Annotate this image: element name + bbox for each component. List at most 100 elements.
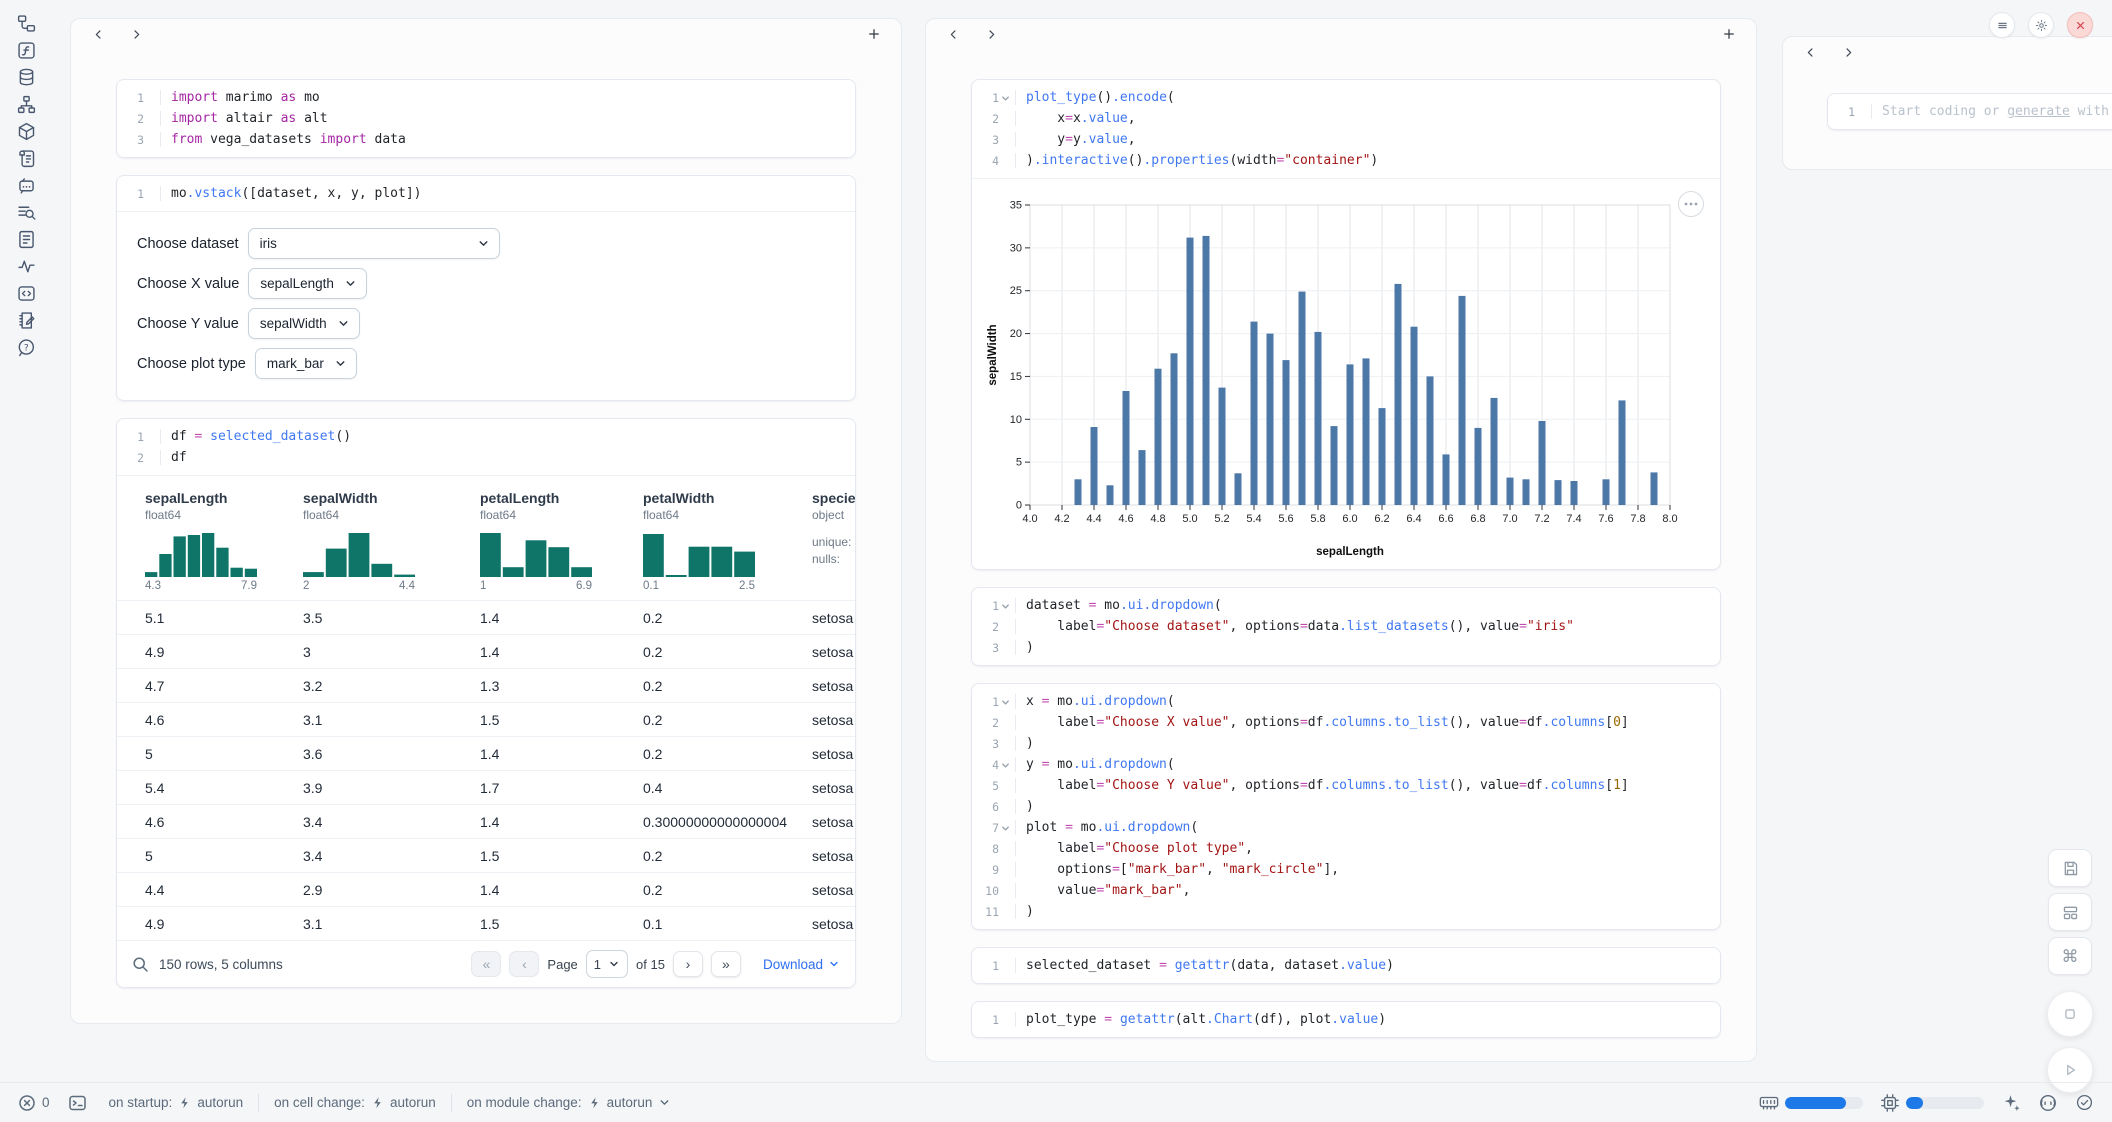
connection-status-button[interactable]	[2075, 1093, 2094, 1112]
table-row[interactable]: 4.42.91.40.2setosa	[117, 872, 855, 906]
table-cell: 1.4	[480, 644, 643, 660]
choose-y-value-select[interactable]: sepalWidth	[248, 308, 360, 339]
code-cell-vstack[interactable]: 1mo.vstack([dataset, x, y, plot]) Choose…	[116, 175, 856, 401]
chart-actions-button[interactable]	[1678, 191, 1704, 217]
chevron-down-icon	[608, 958, 620, 970]
column-histogram	[303, 533, 415, 577]
column-next-button[interactable]	[1837, 41, 1859, 63]
search-icon[interactable]	[132, 956, 149, 973]
stop-button[interactable]	[2047, 991, 2093, 1037]
scratchpad-cell[interactable]: 1 Start coding or generate with AI	[1827, 93, 2112, 130]
rail-button-logs[interactable]	[13, 202, 39, 223]
column-prev-button[interactable]	[1799, 41, 1821, 63]
svg-text:0: 0	[1016, 500, 1022, 512]
code-cell-dataframe[interactable]: 1df = selected_dataset()2df sepalLengthf…	[116, 418, 856, 988]
ai-button[interactable]	[2001, 1093, 2021, 1113]
rail-button-scratch-notebook[interactable]	[13, 310, 39, 331]
shortcuts-button[interactable]: ⌘	[2048, 937, 2092, 975]
layout-icon	[2061, 903, 2080, 922]
column-next-button[interactable]	[125, 23, 147, 45]
column-header-petalLength[interactable]: petalLengthfloat6416.9	[480, 490, 643, 592]
fold-chevron-icon[interactable]	[1001, 698, 1010, 707]
column-header-petalWidth[interactable]: petalWidthfloat640.12.5	[643, 490, 812, 592]
fold-chevron-icon[interactable]	[1001, 602, 1010, 611]
on-module-change-setting[interactable]: on module change: autorun	[467, 1095, 672, 1110]
bar-chart[interactable]: 4.04.24.44.64.85.05.25.45.65.86.06.26.46…	[984, 191, 1712, 563]
choose-plot-type-select[interactable]: mark_bar	[255, 348, 357, 379]
rail-button-snippets[interactable]	[13, 283, 39, 304]
page-select-value: 1	[594, 957, 601, 972]
table-cell: setosa	[812, 746, 856, 762]
rail-button-tracing[interactable]	[13, 256, 39, 277]
terminal-button[interactable]	[68, 1094, 87, 1112]
column-prev-button[interactable]	[87, 23, 109, 45]
next-page-button[interactable]: ›	[673, 951, 703, 977]
layout-button[interactable]	[2048, 893, 2092, 931]
menu-icon	[1996, 19, 2009, 32]
rail-button-packages[interactable]	[13, 121, 39, 142]
setting-label: on cell change:	[274, 1095, 365, 1110]
code-cell-plot-type[interactable]: 1plot_type = getattr(alt.Chart(df), plot…	[971, 1001, 1721, 1038]
table-row[interactable]: 53.41.50.2setosa	[117, 838, 855, 872]
generate-link[interactable]: generate	[2007, 104, 2070, 119]
table-cell: setosa	[812, 712, 856, 728]
column-header-species[interactable]: speciesobjectunique:nulls:	[812, 490, 856, 592]
on-startup-setting[interactable]: on startup: autorun	[109, 1095, 244, 1110]
table-row[interactable]: 53.61.40.2setosa	[117, 736, 855, 770]
on-cell-change-setting[interactable]: on cell change: autorun	[274, 1095, 436, 1110]
rail-button-chat[interactable]	[13, 175, 39, 196]
memory-usage[interactable]	[1759, 1093, 1863, 1112]
settings-button[interactable]	[2028, 12, 2054, 38]
rail-button-documentation[interactable]	[13, 229, 39, 250]
cpu-usage[interactable]	[1880, 1093, 1984, 1113]
prev-page-button[interactable]: ‹	[509, 951, 539, 977]
rail-button-function[interactable]	[13, 40, 39, 61]
copilot-button[interactable]	[2038, 1093, 2058, 1113]
column-prev-button[interactable]	[942, 23, 964, 45]
table-cell: 0.2	[643, 746, 812, 762]
divider	[258, 1094, 259, 1112]
fold-chevron-icon[interactable]	[1001, 94, 1010, 103]
code-cell-imports[interactable]: 1import marimo as mo2import altair as al…	[116, 79, 856, 158]
code-cell-xy-plot-dropdowns[interactable]: 1x = mo.ui.dropdown(2 label="Choose X va…	[971, 683, 1721, 930]
table-row[interactable]: 4.931.40.2setosa	[117, 634, 855, 668]
last-page-button[interactable]: »	[711, 951, 741, 977]
code-cell-chart[interactable]: 1plot_type().encode(2 x=x.value,3 y=y.va…	[971, 79, 1721, 570]
check-circle-icon	[2075, 1093, 2094, 1112]
table-row[interactable]: 4.93.11.50.1setosa	[117, 906, 855, 940]
rail-button-dependencies[interactable]	[13, 94, 39, 115]
fold-chevron-icon[interactable]	[1001, 824, 1010, 833]
table-footer: 150 rows, 5 columns « ‹ Page 1 of 15 › »	[117, 940, 855, 987]
rail-button-help[interactable]: ?	[13, 337, 39, 358]
choose-dataset-select[interactable]: iris	[248, 228, 500, 259]
table-cell: 0.2	[643, 644, 812, 660]
code-cell-selected-dataset[interactable]: 1selected_dataset = getattr(data, datase…	[971, 947, 1721, 984]
first-page-button[interactable]: «	[471, 951, 501, 977]
table-row[interactable]: 4.63.11.50.2setosa	[117, 702, 855, 736]
column-next-button[interactable]	[980, 23, 1002, 45]
table-row[interactable]: 5.43.91.70.4setosa	[117, 770, 855, 804]
svg-text:4.8: 4.8	[1150, 513, 1165, 525]
choose-x-value-select[interactable]: sepalLength	[248, 268, 367, 299]
table-row[interactable]: 4.63.41.40.30000000000000004setosa	[117, 804, 855, 838]
page-select[interactable]: 1	[586, 950, 628, 978]
column-header-sepalLength[interactable]: sepalLengthfloat644.37.9	[145, 490, 303, 592]
add-cell-button[interactable]	[863, 23, 885, 45]
close-button[interactable]	[2067, 12, 2093, 38]
svg-text:5: 5	[1016, 457, 1022, 469]
line-number: 3	[972, 641, 1015, 655]
fold-chevron-icon[interactable]	[1001, 761, 1010, 770]
save-button[interactable]	[2048, 849, 2092, 887]
column-header-sepalWidth[interactable]: sepalWidthfloat6424.4	[303, 490, 480, 592]
download-button[interactable]: Download	[763, 957, 840, 972]
rail-button-datasources[interactable]	[13, 67, 39, 88]
code-cell-dataset-dropdown[interactable]: 1dataset = mo.ui.dropdown(2 label="Choos…	[971, 587, 1721, 666]
scratchpad-input[interactable]: Start coding or generate with AI	[1871, 104, 2112, 119]
menu-button[interactable]	[1989, 12, 2015, 38]
rail-button-file-tree[interactable]	[13, 13, 39, 34]
rail-button-scratchpad[interactable]	[13, 148, 39, 169]
table-row[interactable]: 5.13.51.40.2setosa	[117, 600, 855, 634]
error-indicator[interactable]: 0	[18, 1094, 50, 1112]
add-cell-button[interactable]	[1718, 23, 1740, 45]
table-row[interactable]: 4.73.21.30.2setosa	[117, 668, 855, 702]
